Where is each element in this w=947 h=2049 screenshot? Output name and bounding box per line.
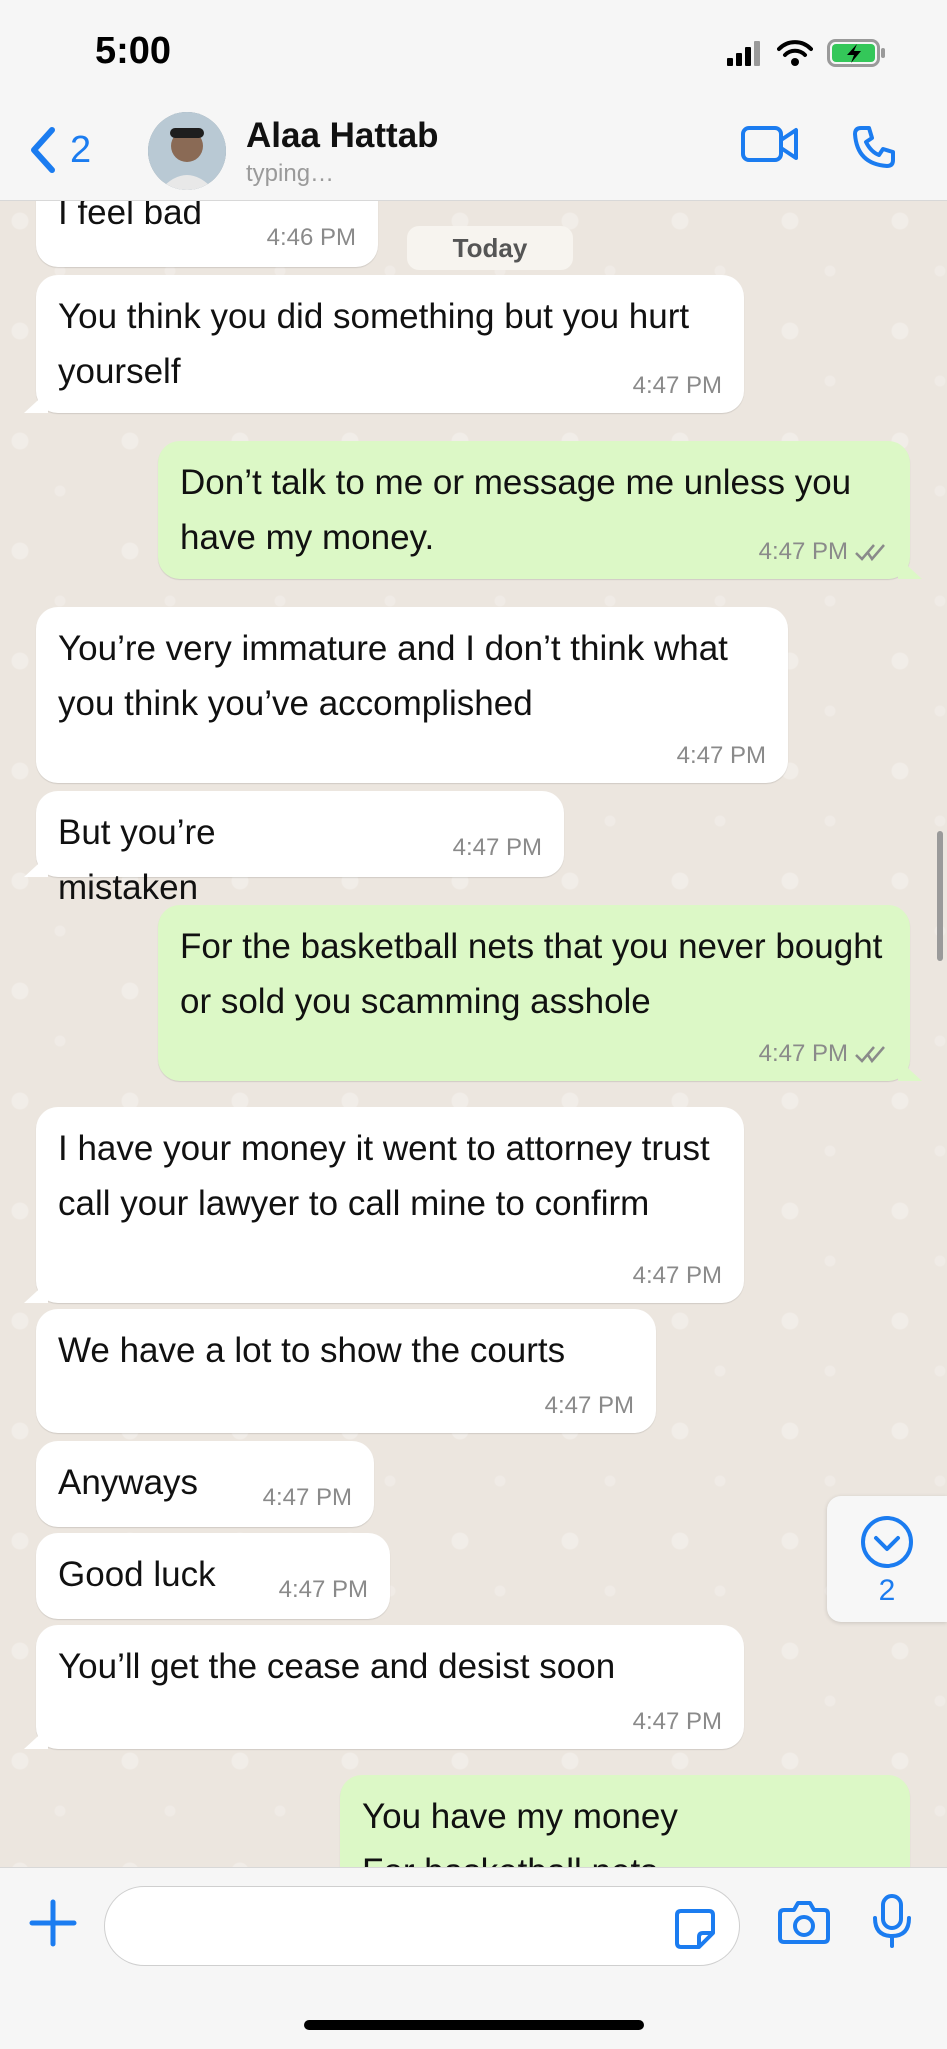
bubble-tail [898, 557, 922, 579]
bubble-tail [24, 855, 48, 877]
message-time: 4:47 PM [632, 1262, 722, 1289]
message-time: 4:47 PM [544, 1392, 634, 1419]
message-bubble[interactable]: Don’t talk to me or message me unless yo… [158, 441, 922, 579]
message-bubble[interactable]: But you’re mistaken 4:47 PM [24, 791, 564, 907]
message-text: You think you did something but you hurt… [58, 297, 690, 391]
message-meta: 4:47 PM [263, 1483, 352, 1513]
message-text: Good luck [58, 1555, 216, 1594]
back-button[interactable]: 2 [28, 126, 91, 174]
chevron-left-icon [31, 127, 55, 173]
avatar-photo [148, 112, 226, 190]
message-meta: 4:47 PM [545, 1391, 634, 1421]
bubble-tail [24, 391, 48, 413]
phone-icon[interactable] [851, 124, 897, 170]
message-time: 4:47 PM [632, 372, 722, 399]
date-separator: Today [407, 226, 573, 270]
status-time: 5:00 [95, 30, 172, 72]
message-time: 4:47 PM [676, 742, 766, 769]
message-text: You’ll get the cease and desist soon [58, 1647, 616, 1686]
sticker-icon[interactable] [673, 1907, 717, 1951]
message-text: We have a lot to show the courts [58, 1331, 566, 1370]
message-meta: 4:47 PM [453, 833, 542, 863]
message-bubble[interactable]: We have a lot to show the courts 4:47 PM [36, 1309, 656, 1433]
microphone-icon[interactable] [872, 1894, 912, 1948]
message-meta: 4:47 PM [759, 1039, 888, 1069]
battery-charging-icon [827, 39, 885, 67]
bubble-tail [24, 1727, 48, 1749]
home-indicator[interactable] [304, 2020, 644, 2030]
message-bubble[interactable]: I have your money it went to attorney tr… [24, 1107, 744, 1303]
chat-header: 2 Alaa Hattab typing… [0, 100, 947, 201]
message-meta: 4:46 PM [267, 223, 356, 253]
message-meta: 4:47 PM [279, 1575, 368, 1605]
contact-avatar[interactable] [148, 112, 226, 190]
chevron-down-circle-icon [861, 1516, 913, 1568]
message-composer [0, 1867, 947, 2049]
scrollbar[interactable] [937, 831, 943, 961]
status-icons [727, 38, 887, 68]
camera-icon[interactable] [778, 1898, 830, 1944]
message-bubble[interactable]: You think you did something but you hurt… [24, 275, 744, 413]
message-time: 4:47 PM [262, 1484, 352, 1511]
double-check-icon [855, 1046, 885, 1064]
bubble-tail [898, 1059, 922, 1081]
message-text: You’re very immature and I don’t think w… [58, 629, 728, 723]
contact-name[interactable]: Alaa Hattab [246, 116, 439, 156]
message-time: 4:47 PM [632, 1708, 722, 1735]
bubble-tail [24, 1281, 48, 1303]
message-text: I feel bad [58, 201, 202, 232]
message-meta: 4:47 PM [759, 537, 888, 567]
scroll-to-bottom-button[interactable]: 2 [827, 1496, 947, 1622]
message-text: I have your money it went to attorney tr… [58, 1129, 710, 1223]
message-time: 4:47 PM [278, 1576, 368, 1603]
message-bubble[interactable]: You’ll get the cease and desist soon 4:47… [24, 1625, 744, 1749]
plus-icon[interactable] [28, 1898, 78, 1948]
message-text: For the basketball nets that you never b… [180, 927, 883, 1021]
cellular-signal-icon [727, 41, 760, 66]
message-bubble[interactable]: You have my money For basketball nets [340, 1775, 910, 1867]
message-meta: 4:47 PM [677, 741, 766, 771]
message-time: 4:47 PM [758, 538, 848, 565]
message-time: 4:47 PM [452, 834, 542, 861]
message-input[interactable] [104, 1886, 740, 1966]
message-time: 4:47 PM [758, 1040, 848, 1067]
video-camera-icon[interactable] [741, 124, 799, 164]
message-bubble[interactable]: I feel bad 4:46 PM [36, 201, 378, 267]
message-meta: 4:47 PM [633, 371, 722, 401]
message-bubble[interactable]: Anyways 4:47 PM [36, 1441, 374, 1527]
chat-messages[interactable]: I feel bad 4:46 PM You think you did somet… [0, 201, 947, 1867]
wifi-icon [777, 40, 813, 66]
back-unread-count: 2 [70, 128, 92, 171]
contact-status: typing… [246, 160, 335, 187]
message-meta: 4:47 PM [633, 1261, 722, 1291]
message-bubble[interactable]: For the basketball nets that you never b… [158, 905, 922, 1081]
unread-count: 2 [878, 1574, 896, 1607]
status-bar: 5:00 [0, 0, 947, 100]
message-time: 4:46 PM [266, 224, 356, 251]
double-check-icon [855, 544, 885, 562]
message-bubble[interactable]: You’re very immature and I don’t think w… [36, 607, 788, 783]
message-text: You have my money For basketball nets [362, 1797, 678, 1867]
message-text: But you’re mistaken [58, 813, 216, 907]
message-bubble[interactable]: Good luck 4:47 PM [36, 1533, 390, 1619]
message-meta: 4:47 PM [633, 1707, 722, 1737]
